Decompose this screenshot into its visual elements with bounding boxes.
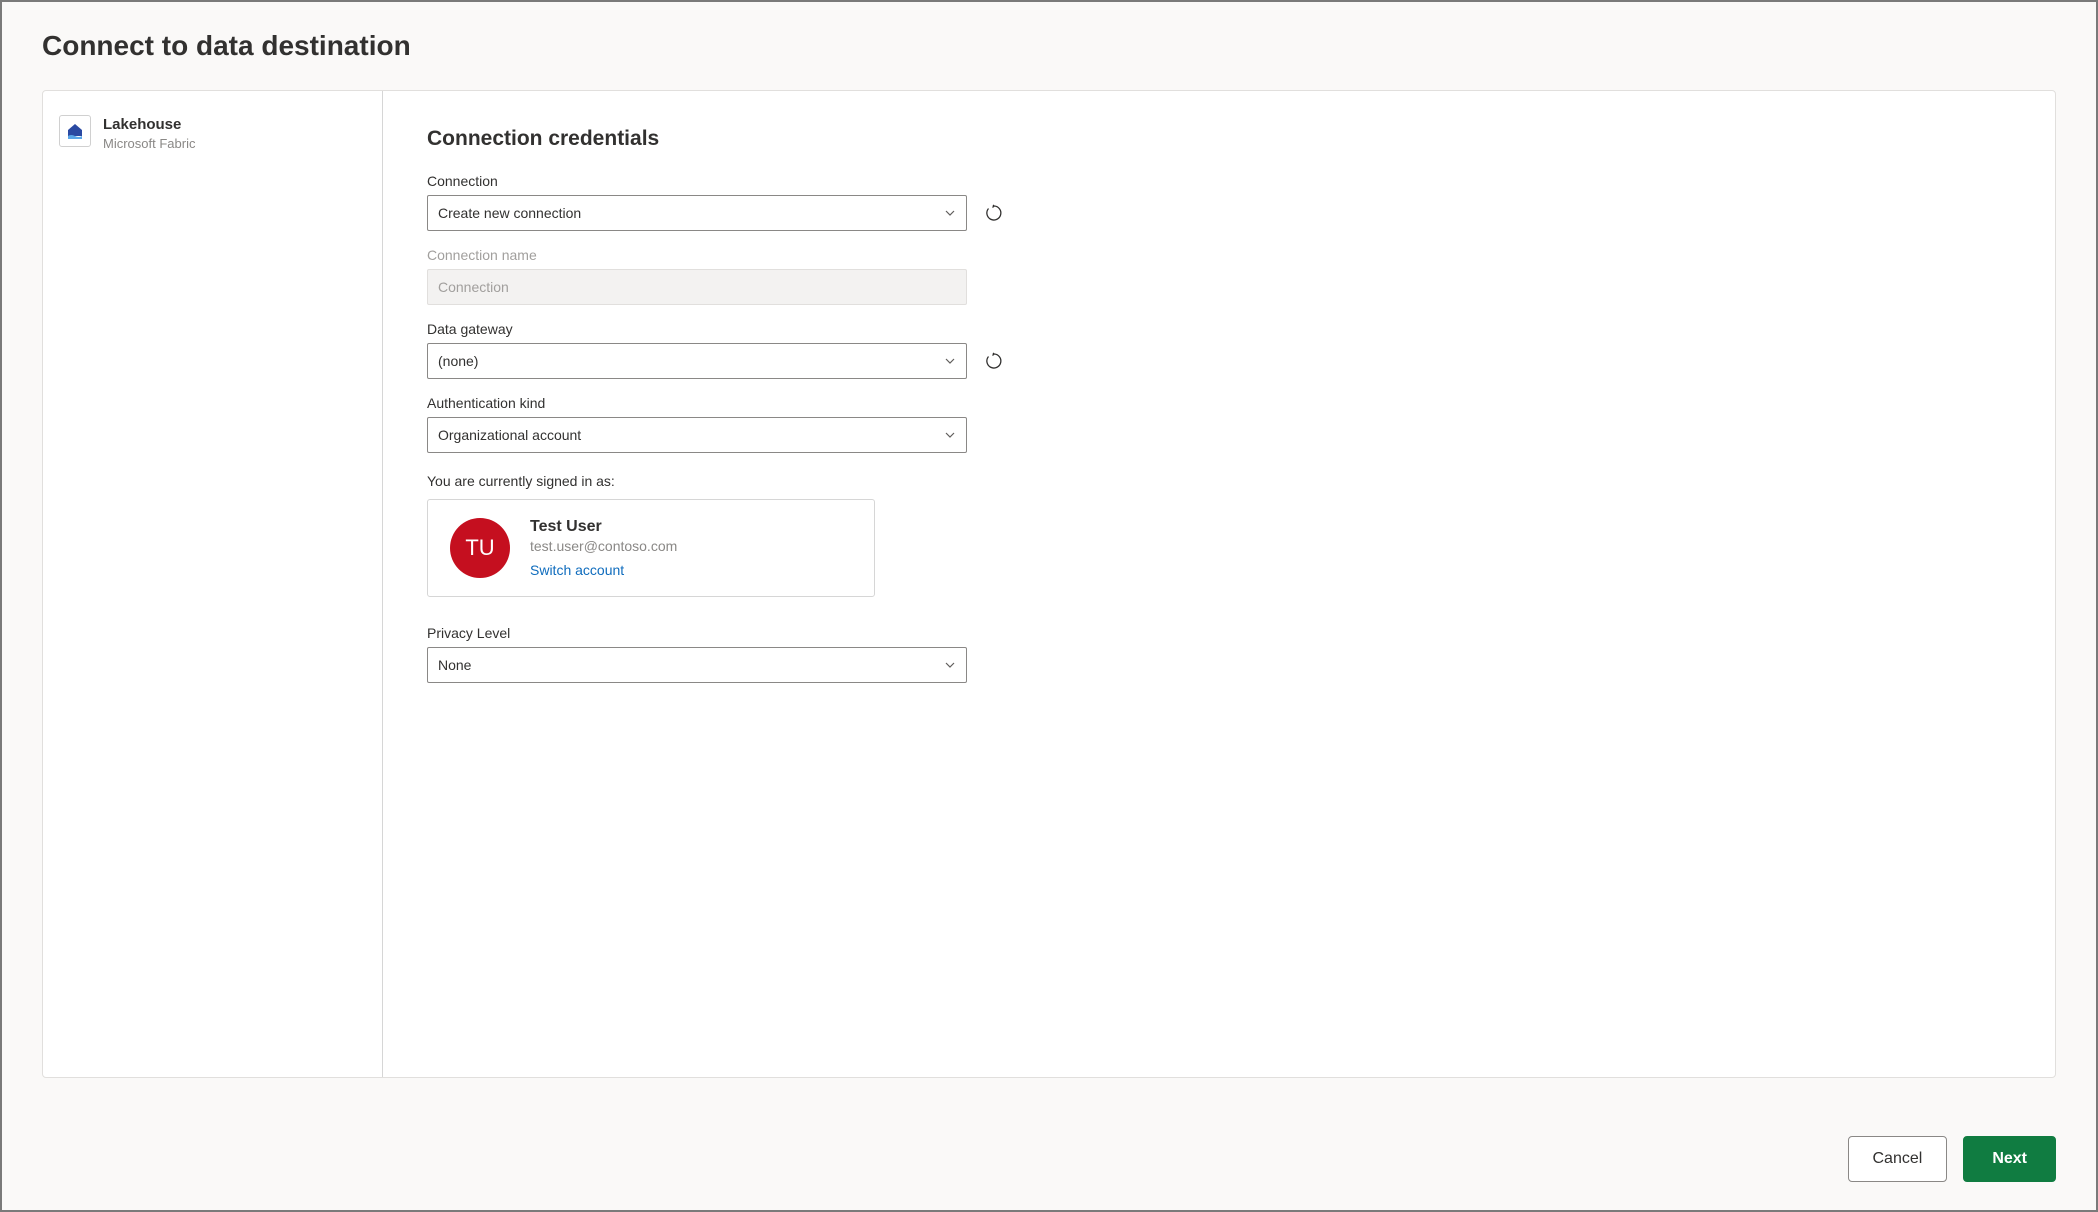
field-data-gateway: Data gateway (none) <box>427 321 2011 379</box>
lakehouse-icon <box>59 115 91 147</box>
chevron-down-icon <box>944 659 956 671</box>
chevron-down-icon <box>944 207 956 219</box>
auth-kind-select[interactable]: Organizational account <box>427 417 967 453</box>
connection-name-input: Connection <box>427 269 967 305</box>
privacy-value: None <box>438 657 471 673</box>
account-card: TU Test User test.user@contoso.com Switc… <box>427 499 875 597</box>
avatar: TU <box>450 518 510 578</box>
signed-in-as-label: You are currently signed in as: <box>427 473 2011 489</box>
main-panel: Connection credentials Connection Create… <box>383 91 2055 1077</box>
sidebar-item-label: Lakehouse <box>103 115 195 135</box>
content-card: Lakehouse Microsoft Fabric Connection cr… <box>42 90 2056 1078</box>
connection-label: Connection <box>427 173 2011 189</box>
privacy-select[interactable]: None <box>427 647 967 683</box>
footer: Cancel Next <box>1848 1136 2057 1182</box>
switch-account-link[interactable]: Switch account <box>530 562 624 578</box>
connection-name-label: Connection name <box>427 247 2011 263</box>
sidebar: Lakehouse Microsoft Fabric <box>43 91 383 1077</box>
section-title: Connection credentials <box>427 127 2011 151</box>
field-auth-kind: Authentication kind Organizational accou… <box>427 395 2011 453</box>
data-gateway-refresh-button[interactable] <box>981 348 1007 374</box>
chevron-down-icon <box>944 429 956 441</box>
connection-name-value: Connection <box>438 279 509 295</box>
sidebar-item-lakehouse[interactable]: Lakehouse Microsoft Fabric <box>59 115 366 153</box>
dialog-title: Connect to data destination <box>2 2 2096 80</box>
connection-value: Create new connection <box>438 205 581 221</box>
connection-select[interactable]: Create new connection <box>427 195 967 231</box>
next-button[interactable]: Next <box>1963 1136 2056 1182</box>
field-connection-name: Connection name Connection <box>427 247 2011 305</box>
refresh-icon <box>984 203 1004 223</box>
auth-kind-label: Authentication kind <box>427 395 2011 411</box>
sidebar-item-sublabel: Microsoft Fabric <box>103 135 195 153</box>
account-name: Test User <box>530 518 677 536</box>
connection-refresh-button[interactable] <box>981 200 1007 226</box>
data-gateway-value: (none) <box>438 353 478 369</box>
field-privacy-level: Privacy Level None <box>427 625 2011 683</box>
cancel-button[interactable]: Cancel <box>1848 1136 1948 1182</box>
data-gateway-select[interactable]: (none) <box>427 343 967 379</box>
privacy-label: Privacy Level <box>427 625 2011 641</box>
auth-kind-value: Organizational account <box>438 427 581 443</box>
chevron-down-icon <box>944 355 956 367</box>
data-gateway-label: Data gateway <box>427 321 2011 337</box>
lakehouse-svg-icon <box>65 121 85 141</box>
field-connection: Connection Create new connection <box>427 173 2011 231</box>
account-email: test.user@contoso.com <box>530 538 677 554</box>
refresh-icon <box>984 351 1004 371</box>
